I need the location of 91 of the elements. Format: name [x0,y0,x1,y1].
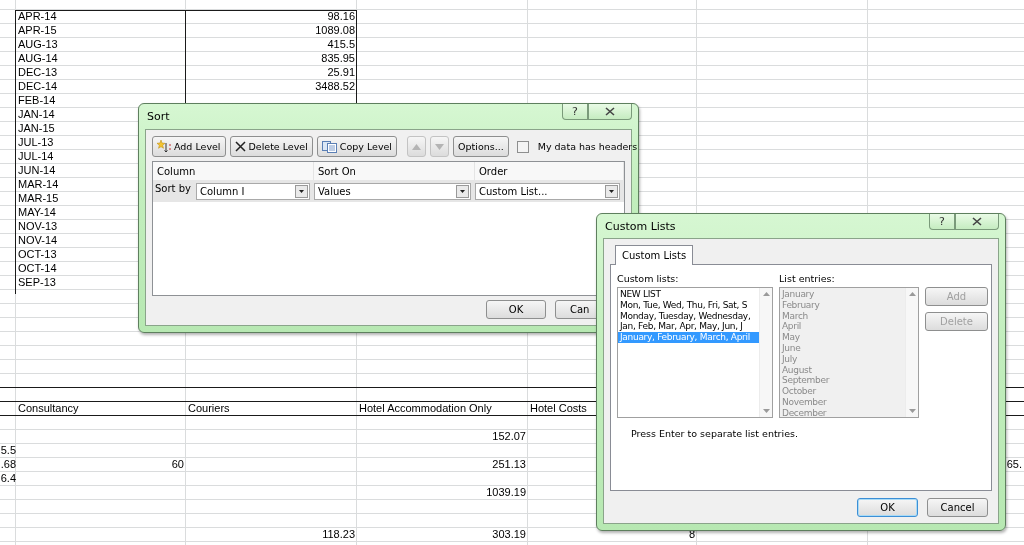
close-button[interactable] [588,104,632,120]
list-entry: October [781,386,817,397]
table-cell: 25.91 [327,66,355,78]
list-item[interactable]: Jan, Feb, Mar, Apr, May, Jun, J [618,321,759,333]
table-cell: JUL-13 [18,136,54,148]
table-cell: Hotel Costs [530,402,587,414]
table-cell: APR-14 [18,10,57,22]
table-cell: AUG-13 [18,38,58,50]
list-entry: August [781,364,813,376]
table-cell: APR-15 [18,24,57,36]
dropdown-field[interactable]: Values [314,182,471,200]
options-button[interactable]: Options... [453,136,509,157]
delete-icon [234,141,246,152]
field-label: Custom lists: [617,273,680,285]
table-cell: 60 [171,458,184,470]
table-cell: MAY-14 [18,206,56,218]
caret-icon [605,184,618,198]
list-entry: June [780,343,802,354]
add-level-icon [157,140,171,153]
dialog-title: Custom Lists [604,219,676,233]
list-entry: April [781,321,803,333]
table-cell: NOV-14 [18,234,58,246]
caret-icon [295,184,308,198]
table-cell: .68 [0,458,16,470]
table-cell: AUG-14 [18,52,58,64]
help-button[interactable]: ? [929,214,955,230]
scrollbar[interactable] [759,288,772,417]
table-cell: 3488.52 [315,80,355,92]
table-cell: 6.4 [0,472,16,484]
list-box[interactable]: NEW LIST Mon, Tue, Wed, Thu, Fri, Sat, S Monday, Tuesday, Wednesday, Jan, Feb, Mar, Apr, May, Jun, J January, February, March, April [617,287,773,418]
checkbox[interactable] [516,140,529,153]
table-cell: 415.5 [327,38,355,50]
table-cell: Consultancy [18,402,79,414]
copy-icon [321,140,337,153]
table-cell: JAN-15 [18,122,55,134]
close-icon [605,107,615,116]
table-cell: 303.19 [492,528,526,540]
table-cell: Couriers [188,402,230,414]
arrow-up-icon [412,143,421,150]
list-entry: February [781,299,821,311]
checkbox-label[interactable]: My data has headers [537,141,638,152]
list-entry: March [781,310,809,322]
field-label: List entries: [779,273,836,285]
scroll-down-icon[interactable] [762,409,770,413]
dropdown-field[interactable]: Custom List... [475,182,620,200]
ok-button[interactable]: OK [857,498,918,517]
table-cell: 5.5 [0,444,16,456]
table-cell: JUN-14 [18,164,56,176]
table-cell: 65. [1006,458,1022,470]
table-cell: MAR-15 [18,192,59,204]
dropdown-field[interactable]: Column I [196,182,310,200]
table-cell: DEC-14 [18,80,58,92]
table-cell: OCT-13 [18,248,57,260]
list-entry: May [781,332,801,343]
list-entry: September [781,375,831,387]
row-label: Sort by [154,182,192,194]
hint-text: Press Enter to separate list entries. [631,428,799,439]
table-cell: DEC-13 [18,66,58,78]
dialog-title: Sort [146,110,170,123]
ok-button[interactable]: OK [486,300,546,319]
scroll-up-icon[interactable] [762,292,770,296]
list-entry: January [780,289,816,300]
table-cell: OCT-14 [18,262,57,274]
list-item[interactable]: NEW LIST [618,289,759,300]
list-entry: July [780,353,798,365]
table-cell: 98.16 [327,10,355,22]
delete-level-button[interactable]: Delete Level [229,136,313,157]
table-cell: 118.23 [322,528,355,540]
tab[interactable]: Custom Lists [615,245,694,265]
table-cell: SEP-13 [18,276,56,288]
table-cell: NOV-13 [18,220,58,232]
table-cell: 251.13 [492,458,526,470]
add-level-button[interactable]: Add Level [152,136,226,157]
arrow-down-icon [435,143,444,150]
list-entry: December [781,407,828,419]
cancel-button[interactable]: Cancel [927,498,988,517]
list-entry: November [781,396,828,408]
close-button[interactable] [955,214,999,230]
table-cell: 835.95 [321,52,355,64]
table-cell: JAN-14 [18,108,55,120]
table-cell: FEB-14 [18,94,56,106]
copy-level-button[interactable]: Copy Level [316,136,397,157]
table-cell: MAR-14 [18,178,59,190]
table-cell: 152.07 [492,430,526,442]
table-cell: JUL-14 [18,150,54,162]
table-cell: 1089.08 [315,24,355,36]
close-icon [972,217,982,226]
caret-icon [456,184,469,198]
table-cell: Hotel Accommodation Only [359,402,492,414]
table-cell: 1039.19 [486,486,526,498]
help-button[interactable]: ? [562,104,588,120]
